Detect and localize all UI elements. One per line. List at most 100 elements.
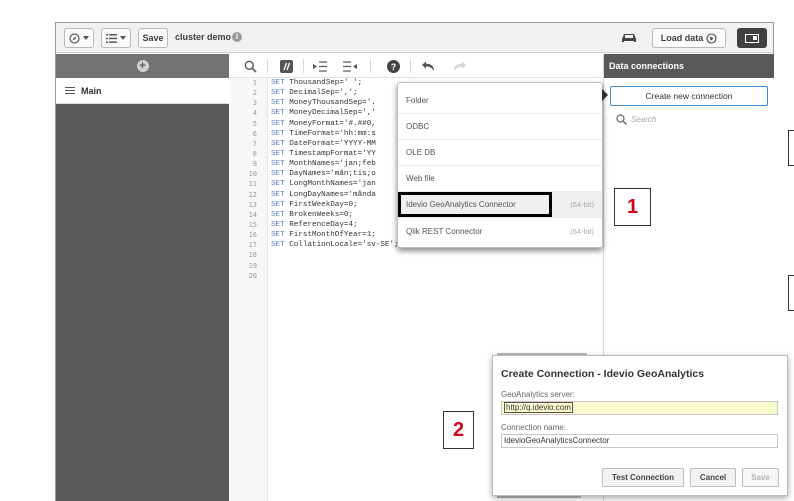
info-icon[interactable]: i <box>232 32 242 42</box>
code-text: BrokenWeeks=0; <box>289 210 354 219</box>
connection-name-input[interactable]: IdevioGeoAnalyticsConnector <box>501 434 778 448</box>
sections-sidebar: + Main <box>56 54 229 501</box>
toolbar-divider <box>410 59 411 73</box>
code-keyword: SET <box>271 89 285 98</box>
menu-item-web-file[interactable]: Web file <box>398 166 602 192</box>
load-data-label: Load data <box>660 33 704 43</box>
panel-toggle-button[interactable] <box>737 28 767 48</box>
chevron-down-icon <box>120 36 126 40</box>
code-text: FirstWeekDay=0; <box>289 200 358 209</box>
server-label: GeoAnalytics server: <box>501 390 575 399</box>
test-connection-button[interactable]: Test Connection <box>602 468 684 487</box>
callout-step-2: 2 <box>443 411 474 449</box>
menu-item-label: OLE DB <box>406 148 436 157</box>
hamburger-icon <box>65 87 75 94</box>
line-number-gutter: 1 2 3 4 5 6 7 8 9 10 11 12 13 14 15 16 17 18 19 20 <box>230 78 268 501</box>
edge-marker <box>788 130 794 166</box>
play-icon <box>706 32 717 44</box>
code-text: LongDayNames='månda <box>289 190 376 199</box>
create-connection-dialog: Create Connection - Idevio GeoAnalytics … <box>492 355 788 496</box>
editor-toolbar: ? <box>230 54 603 78</box>
search-placeholder: Search <box>631 115 657 124</box>
code-text: TimeFormat='hh:mm:s <box>289 129 376 138</box>
line-number: 1 <box>252 79 257 87</box>
save-button[interactable]: Save <box>138 28 168 48</box>
menu-item-label: Web file <box>406 174 435 183</box>
line-number: 20 <box>248 271 257 280</box>
connection-type-menu: Folder ODBC OLE DB Web file Idevio GeoAn… <box>397 82 603 248</box>
line-number: 5 <box>252 119 257 128</box>
code-text: ReferenceDay=4; <box>289 220 358 229</box>
menu-item-ole-db[interactable]: OLE DB <box>398 140 602 166</box>
code-text: FirstMonthOfYear=1; <box>289 231 376 240</box>
load-data-button[interactable]: Load data <box>652 28 726 48</box>
menu-item-label: Qlik REST Connector <box>406 226 483 236</box>
redo-icon[interactable] <box>452 58 468 74</box>
code-text: LongMonthNames='jan <box>289 180 376 189</box>
sidebar-item-main[interactable]: Main <box>56 78 229 104</box>
toolbar-divider <box>370 59 371 73</box>
code-text: MonthNames='jan;feb <box>289 160 376 169</box>
search-icon[interactable] <box>242 58 258 74</box>
code-keyword: SET <box>271 99 285 108</box>
menu-item-label: ODBC <box>406 122 430 131</box>
search-icon <box>616 114 627 125</box>
code-keyword: SET <box>271 79 285 87</box>
dialog-save-button[interactable]: Save <box>742 468 779 487</box>
line-number: 13 <box>248 200 257 209</box>
menu-item-odbc[interactable]: ODBC <box>398 114 602 140</box>
line-number: 6 <box>252 129 257 138</box>
compass-icon <box>69 32 80 44</box>
code-keyword: SET <box>271 139 285 148</box>
code-keyword: SET <box>271 231 285 240</box>
plus-icon[interactable]: + <box>136 60 149 72</box>
cancel-button[interactable]: Cancel <box>690 468 736 487</box>
comment-icon[interactable] <box>278 58 294 74</box>
code-keyword: SET <box>271 180 285 189</box>
help-icon[interactable]: ? <box>385 58 401 74</box>
code-keyword: SET <box>271 149 285 158</box>
line-number: 10 <box>248 170 257 179</box>
menu-item-bitness: (64-bit) <box>570 200 594 209</box>
app-title: cluster demo <box>175 32 232 42</box>
code-text: CollationLocale='sv-SE'; <box>289 241 399 250</box>
indent-icon[interactable] <box>312 58 328 74</box>
connection-name-label: Connection name: <box>501 423 566 432</box>
outdent-icon[interactable] <box>342 58 358 74</box>
code-keyword: SET <box>271 129 285 138</box>
chevron-down-icon <box>83 36 89 40</box>
toolbar-divider <box>267 59 268 73</box>
sidebar-item-label: Main <box>81 85 102 96</box>
add-section-bar[interactable]: + <box>56 54 229 78</box>
edge-marker <box>788 275 794 311</box>
connection-search[interactable]: Search <box>616 114 656 125</box>
line-number: 18 <box>248 251 257 260</box>
callout-step-1: 1 <box>614 188 651 226</box>
line-number: 4 <box>252 109 257 118</box>
code-text: TimestampFormat='YY <box>289 149 376 158</box>
line-number: 9 <box>252 160 257 169</box>
undo-icon[interactable] <box>420 58 436 74</box>
code-text: MoneyThousandSep='. <box>289 99 376 108</box>
line-number: 11 <box>248 180 257 189</box>
code-text: MoneyDecimalSep=',' <box>289 109 376 118</box>
code-keyword: SET <box>271 190 285 199</box>
navigation-menu-button[interactable] <box>64 28 94 48</box>
view-menu-button[interactable] <box>101 28 131 48</box>
server-value: http://q.idevio.com <box>504 402 573 413</box>
menu-item-folder[interactable]: Folder <box>398 88 602 114</box>
list-icon <box>106 33 117 43</box>
line-number: 7 <box>252 139 257 148</box>
code-keyword: SET <box>271 170 285 179</box>
code-keyword: SET <box>271 200 285 209</box>
svg-text:?: ? <box>390 62 396 72</box>
highlight-box <box>398 192 552 217</box>
create-new-connection-button[interactable]: Create new connection <box>610 86 768 106</box>
menu-item-qlik-rest[interactable]: Qlik REST Connector (64-bit) <box>398 218 602 244</box>
geoanalytics-server-input[interactable]: http://q.idevio.com <box>501 401 778 415</box>
line-number: 16 <box>248 231 257 240</box>
car-icon[interactable] <box>620 31 638 49</box>
